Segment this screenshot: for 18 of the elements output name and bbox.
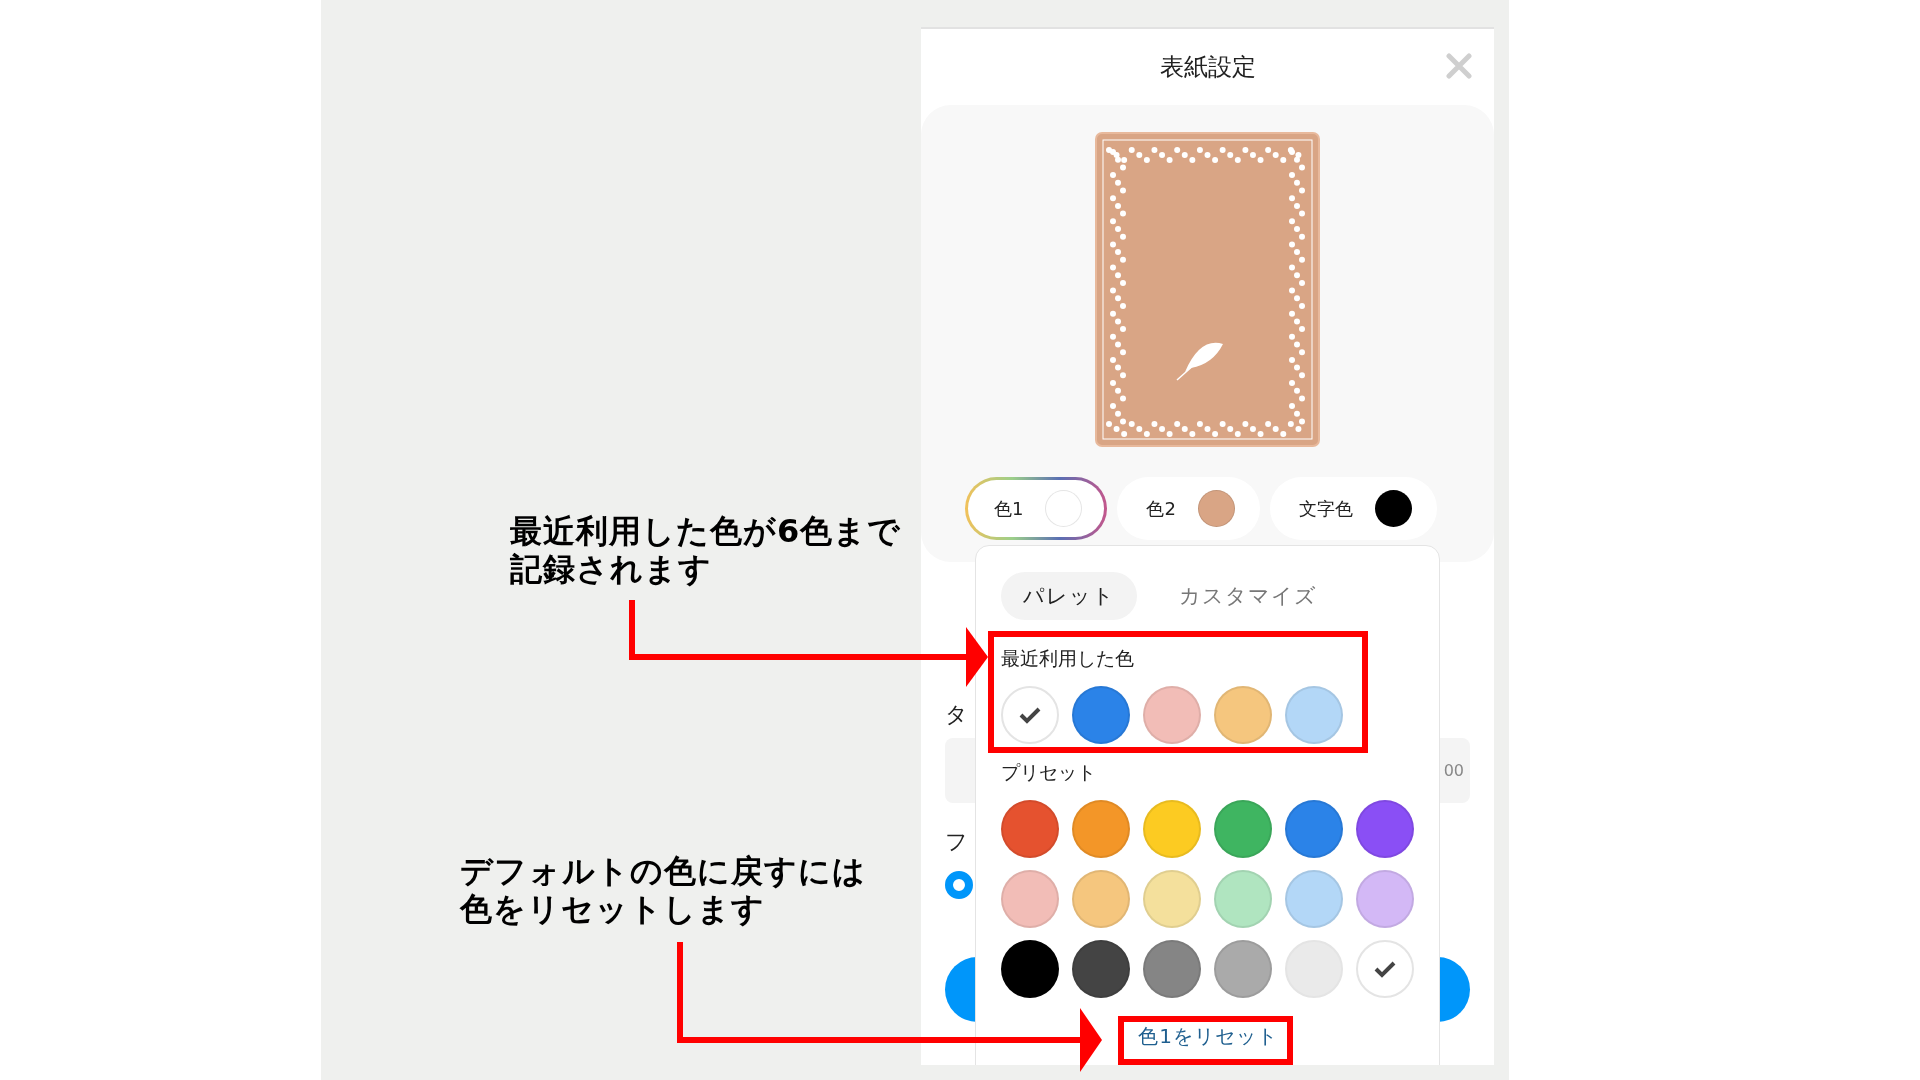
picker-tab[interactable]: カスタマイズ bbox=[1157, 572, 1339, 620]
section-heading: プリセット bbox=[1001, 760, 1096, 785]
field-label: フ bbox=[945, 828, 968, 856]
section-heading: 最近利用した色 bbox=[1001, 646, 1134, 671]
radio-button[interactable] bbox=[945, 871, 973, 899]
picker-tab[interactable]: パレット bbox=[1001, 572, 1137, 620]
check-icon bbox=[1374, 960, 1396, 978]
color-slot-button[interactable]: 文字色 bbox=[1269, 477, 1437, 540]
annotation-text: 最近利用した色が6色まで bbox=[510, 512, 902, 550]
check-icon bbox=[1019, 706, 1041, 724]
color-slot-button[interactable]: 色2 bbox=[1117, 477, 1260, 540]
close-icon[interactable] bbox=[1446, 53, 1472, 79]
annotation-text: デフォルトの色に戻すには bbox=[460, 852, 866, 890]
annotation-text: 色をリセットします bbox=[460, 890, 765, 928]
annotation-text: 記録されます bbox=[510, 550, 712, 588]
field-label: タ bbox=[945, 701, 968, 729]
dialog-title: 表紙設定 bbox=[1159, 52, 1256, 83]
reset-link[interactable]: 色1をリセット bbox=[1132, 1022, 1284, 1051]
